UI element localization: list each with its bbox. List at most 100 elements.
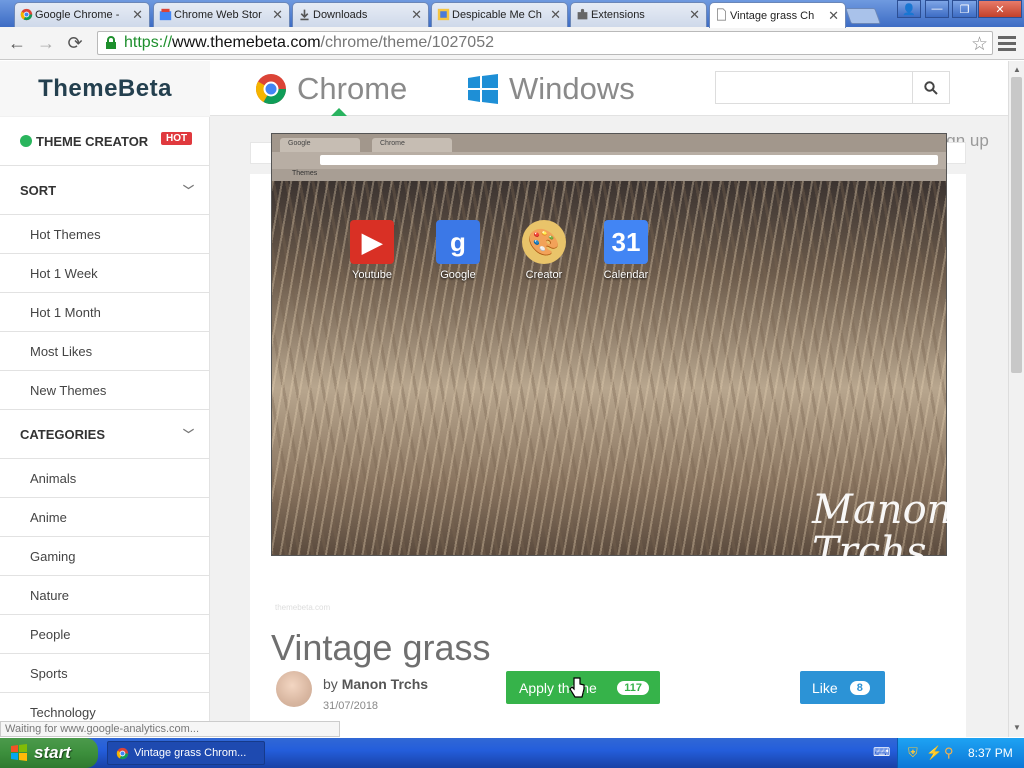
restore-button[interactable]: ❐ (952, 0, 977, 18)
sidebar-item-anime[interactable]: Anime (0, 498, 210, 537)
apply-count-badge: 117 (617, 680, 649, 695)
lock-icon (106, 36, 116, 49)
theme-title: Vintage grass (271, 627, 491, 668)
tab-vintage-grass[interactable]: Vintage grass Ch ✕ (709, 2, 846, 28)
calendar-icon: 31 (604, 220, 648, 264)
signature-watermark: Manon Trchs (812, 487, 953, 575)
tab-title: Chrome Web Stor (174, 9, 262, 21)
app-label: Youtube (352, 269, 392, 281)
sort-heading: SORT (20, 182, 57, 198)
close-window-button[interactable]: ✕ (978, 0, 1022, 18)
tab-extensions[interactable]: Extensions ✕ (570, 2, 707, 27)
network-icon[interactable]: ⚡ (926, 745, 942, 761)
close-tab-icon[interactable]: ✕ (828, 8, 839, 24)
tab-title: Vintage grass Ch (730, 9, 815, 22)
new-tab-button[interactable] (845, 8, 881, 24)
preview-tab: Chrome (372, 138, 452, 152)
author-link[interactable]: Manon Trchs (342, 676, 428, 692)
apply-label: Apply theme (519, 679, 597, 696)
puzzle-icon (577, 8, 588, 20)
reload-icon[interactable]: ⟳ (64, 32, 86, 54)
keyboard-icon[interactable]: ⌨ (873, 745, 890, 759)
hot-badge: HOT (161, 132, 193, 145)
sidebar: THEME CREATOR HOT SORT ﹀ Hot Themes Hot … (0, 117, 210, 737)
sidebar-item-hot-1-month[interactable]: Hot 1 Month (0, 293, 210, 332)
like-count-badge: 8 (849, 680, 870, 695)
author-prefix: by (323, 676, 338, 692)
sidebar-item-gaming[interactable]: Gaming (0, 537, 210, 576)
url-host: www.themebeta.com (172, 34, 321, 51)
taskbar-item-chrome[interactable]: Vintage grass Chrom... (107, 741, 265, 765)
chrome-icon (255, 74, 286, 105)
close-tab-icon[interactable]: ✕ (550, 7, 561, 23)
active-nav-indicator (331, 108, 347, 116)
sidebar-item-hot-1-week[interactable]: Hot 1 Week (0, 254, 210, 293)
sidebar-item-sports[interactable]: Sports (0, 654, 210, 693)
page-scrollbar[interactable]: ▲ ▼ (1008, 61, 1024, 737)
close-tab-icon[interactable]: ✕ (132, 7, 143, 23)
sidebar-item-animals[interactable]: Animals (0, 459, 210, 498)
publish-date: 31/07/2018 (323, 700, 379, 712)
status-bar: Waiting for www.google-analytics.com... (0, 721, 340, 737)
nav-windows[interactable]: Windows (467, 71, 635, 107)
task-title: Vintage grass Chrom... (134, 747, 247, 759)
preview-app-creator: 🎨 Creator (520, 220, 568, 281)
theme-creator-label: THEME CREATOR (36, 133, 149, 149)
sidebar-item-people[interactable]: People (0, 615, 210, 654)
nav-chrome[interactable]: Chrome (255, 71, 407, 107)
tab-despicable-me[interactable]: Despicable Me Ch ✕ (431, 2, 568, 27)
sort-toggle[interactable]: SORT ﹀ (0, 166, 210, 215)
forward-icon[interactable]: → (35, 32, 57, 54)
preview-watermark: themebeta.com (275, 603, 331, 612)
app-label: Creator (525, 269, 563, 281)
search-tray-icon[interactable]: ⚲ (944, 745, 954, 761)
chevron-down-icon: ﹀ (183, 429, 194, 441)
author-avatar[interactable] (276, 671, 312, 707)
chevron-down-icon: ﹀ (183, 185, 194, 197)
author-byline: by Manon Trchs (323, 676, 428, 692)
search-button[interactable] (912, 71, 950, 104)
shield-icon[interactable]: ⛨ (908, 745, 918, 761)
preview-app-google: g Google (434, 220, 482, 281)
sidebar-item-nature[interactable]: Nature (0, 576, 210, 615)
page-icon (717, 8, 726, 21)
start-label: start (34, 743, 71, 762)
tab-google-chrome[interactable]: Google Chrome - ✕ (14, 2, 150, 27)
taskbar: start Vintage grass Chrom... ⌨ ⛨ ⚡ ⚲ 8:3… (0, 738, 1024, 768)
minimize-button[interactable]: — (925, 0, 949, 18)
site-logo[interactable]: ThemeBeta (0, 61, 210, 116)
user-icon[interactable]: 👤 (897, 0, 921, 18)
back-icon[interactable]: ← (6, 32, 28, 54)
close-tab-icon[interactable]: ✕ (689, 7, 700, 23)
palette-icon: 🎨 (522, 220, 566, 264)
preview-app-youtube: ▶ Youtube (348, 220, 396, 281)
preview-bookmark: Themes (272, 169, 946, 181)
like-button[interactable]: Like 8 (800, 671, 885, 704)
sidebar-item-new-themes[interactable]: New Themes (0, 371, 210, 410)
tab-chrome-web-store[interactable]: Chrome Web Stor ✕ (153, 2, 290, 27)
tab-downloads[interactable]: Downloads ✕ (292, 2, 429, 27)
theme-creator-link[interactable]: THEME CREATOR HOT (0, 117, 210, 166)
close-tab-icon[interactable]: ✕ (411, 7, 422, 23)
like-label: Like (812, 679, 838, 696)
close-tab-icon[interactable]: ✕ (272, 7, 283, 23)
categories-toggle[interactable]: CATEGORIES ﹀ (0, 410, 210, 459)
sidebar-item-hot-themes[interactable]: Hot Themes (0, 215, 210, 254)
search-input[interactable] (715, 71, 913, 104)
scrollbar-thumb[interactable] (1011, 77, 1022, 373)
scroll-up-icon[interactable]: ▲ (1013, 65, 1021, 74)
bookmark-star-icon[interactable]: ☆ (971, 33, 988, 56)
preview-tab: Google (280, 138, 360, 152)
web-store-icon (159, 8, 172, 21)
start-button[interactable]: start (0, 738, 98, 768)
menu-icon[interactable] (998, 33, 1016, 53)
address-bar[interactable]: https://www.themebeta.com/chrome/theme/1… (97, 31, 993, 55)
preview-app-calendar: 31 Calendar (602, 220, 650, 281)
tab-strip: Google Chrome - ✕ Chrome Web Stor ✕ Down… (0, 0, 1024, 28)
url-scheme: https:// (124, 34, 173, 51)
nav-chrome-label: Chrome (297, 71, 408, 106)
tab-title: Google Chrome - (35, 9, 120, 21)
categories-heading: CATEGORIES (20, 426, 105, 442)
scroll-down-icon[interactable]: ▼ (1013, 723, 1021, 732)
sidebar-item-most-likes[interactable]: Most Likes (0, 332, 210, 371)
